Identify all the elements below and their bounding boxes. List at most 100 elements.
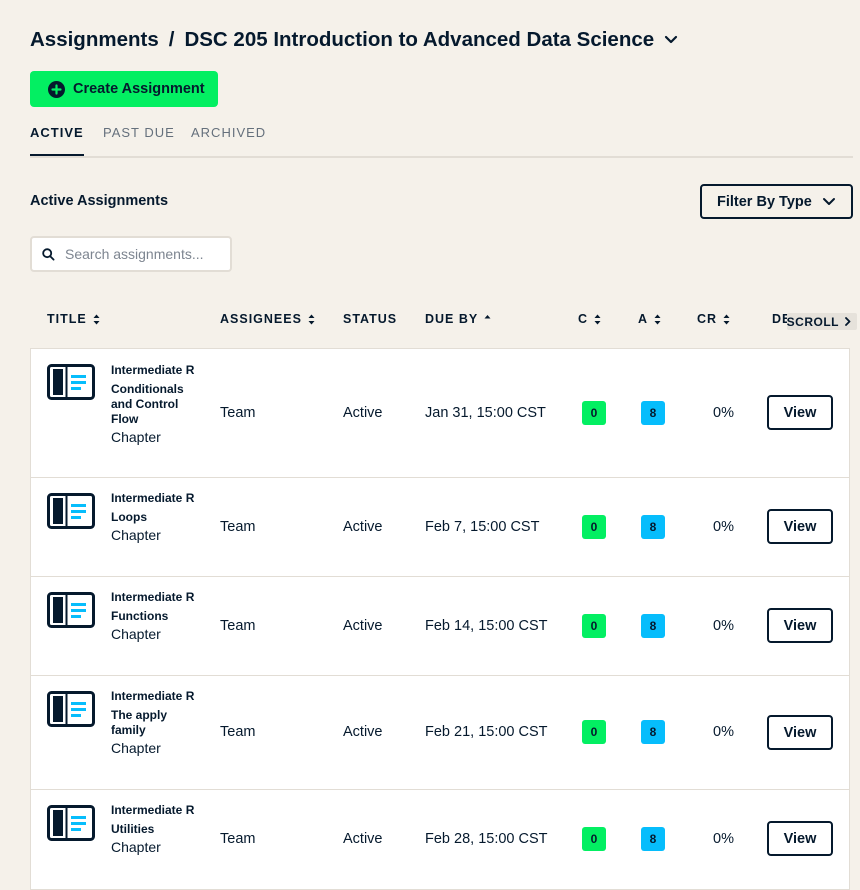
search-icon	[42, 247, 55, 261]
column-due-by[interactable]: DUE BY	[425, 312, 491, 326]
column-assignees-label: ASSIGNEES	[220, 312, 302, 326]
course-name: Intermediate R	[111, 491, 195, 505]
due-date: Feb 28, 15:00 CST	[425, 831, 548, 847]
tab-past-due[interactable]: PAST DUE	[103, 125, 175, 154]
completed-count-badge: 0	[582, 827, 606, 851]
filter-by-type-button[interactable]: Filter By Type	[700, 184, 853, 219]
status: Active	[343, 724, 383, 740]
assigned-count-badge: 8	[641, 827, 665, 851]
assignments-table: Intermediate R Conditionals and Control …	[30, 348, 850, 890]
book-icon	[47, 364, 95, 400]
completed-count-badge: 0	[582, 401, 606, 425]
assignment-type: Chapter	[111, 839, 161, 855]
completed-count-badge: 0	[582, 515, 606, 539]
due-date: Feb 14, 15:00 CST	[425, 618, 548, 634]
assignees: Team	[220, 724, 256, 740]
table-row: Intermediate R The apply family Chapter …	[31, 676, 849, 790]
course-name: Intermediate R	[111, 689, 195, 703]
assignment-title[interactable]: Intermediate R The apply family Chapter	[111, 689, 201, 757]
create-assignment-button[interactable]: Create Assignment	[30, 71, 218, 107]
column-c[interactable]: C	[578, 312, 601, 326]
assignees: Team	[220, 831, 256, 847]
section-title: Active Assignments	[30, 193, 169, 209]
sort-icon	[308, 314, 315, 325]
column-a[interactable]: A	[638, 312, 661, 326]
scroll-button[interactable]: SCROLL	[787, 313, 857, 330]
book-icon	[47, 691, 95, 727]
table-row: Intermediate R Conditionals and Control …	[31, 349, 849, 478]
course-name: Intermediate R	[111, 590, 195, 604]
table-row: Intermediate R Functions Chapter Team Ac…	[31, 577, 849, 676]
completed-count-badge: 0	[582, 614, 606, 638]
table-header: TITLE ASSIGNEES STATUS DUE BY C A CR DE …	[30, 306, 860, 336]
status: Active	[343, 519, 383, 535]
chapter-name: The apply family	[111, 708, 168, 737]
column-assignees[interactable]: ASSIGNEES	[220, 312, 315, 326]
course-name: Intermediate R	[111, 363, 195, 377]
course-name: Intermediate R	[111, 803, 195, 817]
assignment-type: Chapter	[111, 527, 161, 543]
search-input[interactable]	[65, 246, 215, 262]
assigned-count-badge: 8	[641, 614, 665, 638]
completed-count-badge: 0	[582, 720, 606, 744]
completion-rate: 0%	[713, 831, 734, 847]
scroll-label: SCROLL	[786, 314, 839, 329]
status: Active	[343, 405, 383, 421]
view-button[interactable]: View	[767, 715, 833, 750]
chapter-name: Functions	[111, 609, 169, 623]
assigned-count-badge: 8	[641, 720, 665, 744]
completion-rate: 0%	[713, 724, 734, 740]
assignment-type: Chapter	[111, 626, 161, 642]
breadcrumb-assignments[interactable]: Assignments	[30, 28, 159, 52]
view-button[interactable]: View	[767, 395, 833, 430]
book-icon	[47, 805, 95, 841]
breadcrumb-separator: /	[168, 28, 175, 51]
chevron-right-icon	[845, 317, 851, 326]
assignment-title[interactable]: Intermediate R Loops Chapter	[111, 491, 201, 544]
book-icon	[47, 592, 95, 628]
column-title[interactable]: TITLE	[47, 312, 100, 326]
view-button[interactable]: View	[767, 509, 833, 544]
breadcrumb: Assignments / DSC 205 Introduction to Ad…	[30, 28, 678, 52]
sort-icon	[654, 314, 661, 325]
completion-rate: 0%	[713, 519, 734, 535]
table-row: Intermediate R Loops Chapter Team Active…	[31, 478, 849, 577]
chevron-down-icon[interactable]	[664, 35, 678, 45]
assignees: Team	[220, 405, 256, 421]
due-date: Feb 7, 15:00 CST	[425, 519, 540, 535]
chevron-down-icon	[822, 197, 836, 207]
due-date: Feb 21, 15:00 CST	[425, 724, 548, 740]
assignment-type: Chapter	[111, 429, 161, 445]
chapter-name: Loops	[111, 510, 147, 524]
assignment-title[interactable]: Intermediate R Conditionals and Control …	[111, 363, 201, 446]
column-cr[interactable]: CR	[697, 312, 730, 326]
sort-ascending-icon	[484, 314, 491, 325]
course-title[interactable]: DSC 205 Introduction to Advanced Data Sc…	[184, 28, 654, 52]
assignment-title[interactable]: Intermediate R Functions Chapter	[111, 590, 201, 643]
completion-rate: 0%	[713, 618, 734, 634]
tab-archived[interactable]: ARCHIVED	[191, 125, 266, 154]
view-button[interactable]: View	[767, 821, 833, 856]
sort-icon	[93, 314, 100, 325]
chapter-name: Utilities	[111, 822, 155, 836]
assignees: Team	[220, 519, 256, 535]
column-title-label: TITLE	[47, 312, 87, 326]
status-tabs: ACTIVE PAST DUE ARCHIVED	[30, 125, 853, 158]
status: Active	[343, 618, 383, 634]
chapter-name: Conditionals and Control Flow	[111, 382, 184, 426]
view-button[interactable]: View	[767, 608, 833, 643]
due-date: Jan 31, 15:00 CST	[425, 405, 546, 421]
column-cr-label: CR	[697, 312, 718, 326]
assigned-count-badge: 8	[641, 515, 665, 539]
tab-active[interactable]: ACTIVE	[30, 125, 84, 156]
completion-rate: 0%	[713, 405, 734, 421]
sort-icon	[594, 314, 601, 325]
assignment-title[interactable]: Intermediate R Utilities Chapter	[111, 803, 201, 856]
assigned-count-badge: 8	[641, 401, 665, 425]
status: Active	[343, 831, 383, 847]
assignment-type: Chapter	[111, 740, 161, 756]
book-icon	[47, 493, 95, 529]
sort-icon	[723, 314, 730, 325]
create-assignment-label: Create Assignment	[73, 81, 205, 97]
assignees: Team	[220, 618, 256, 634]
